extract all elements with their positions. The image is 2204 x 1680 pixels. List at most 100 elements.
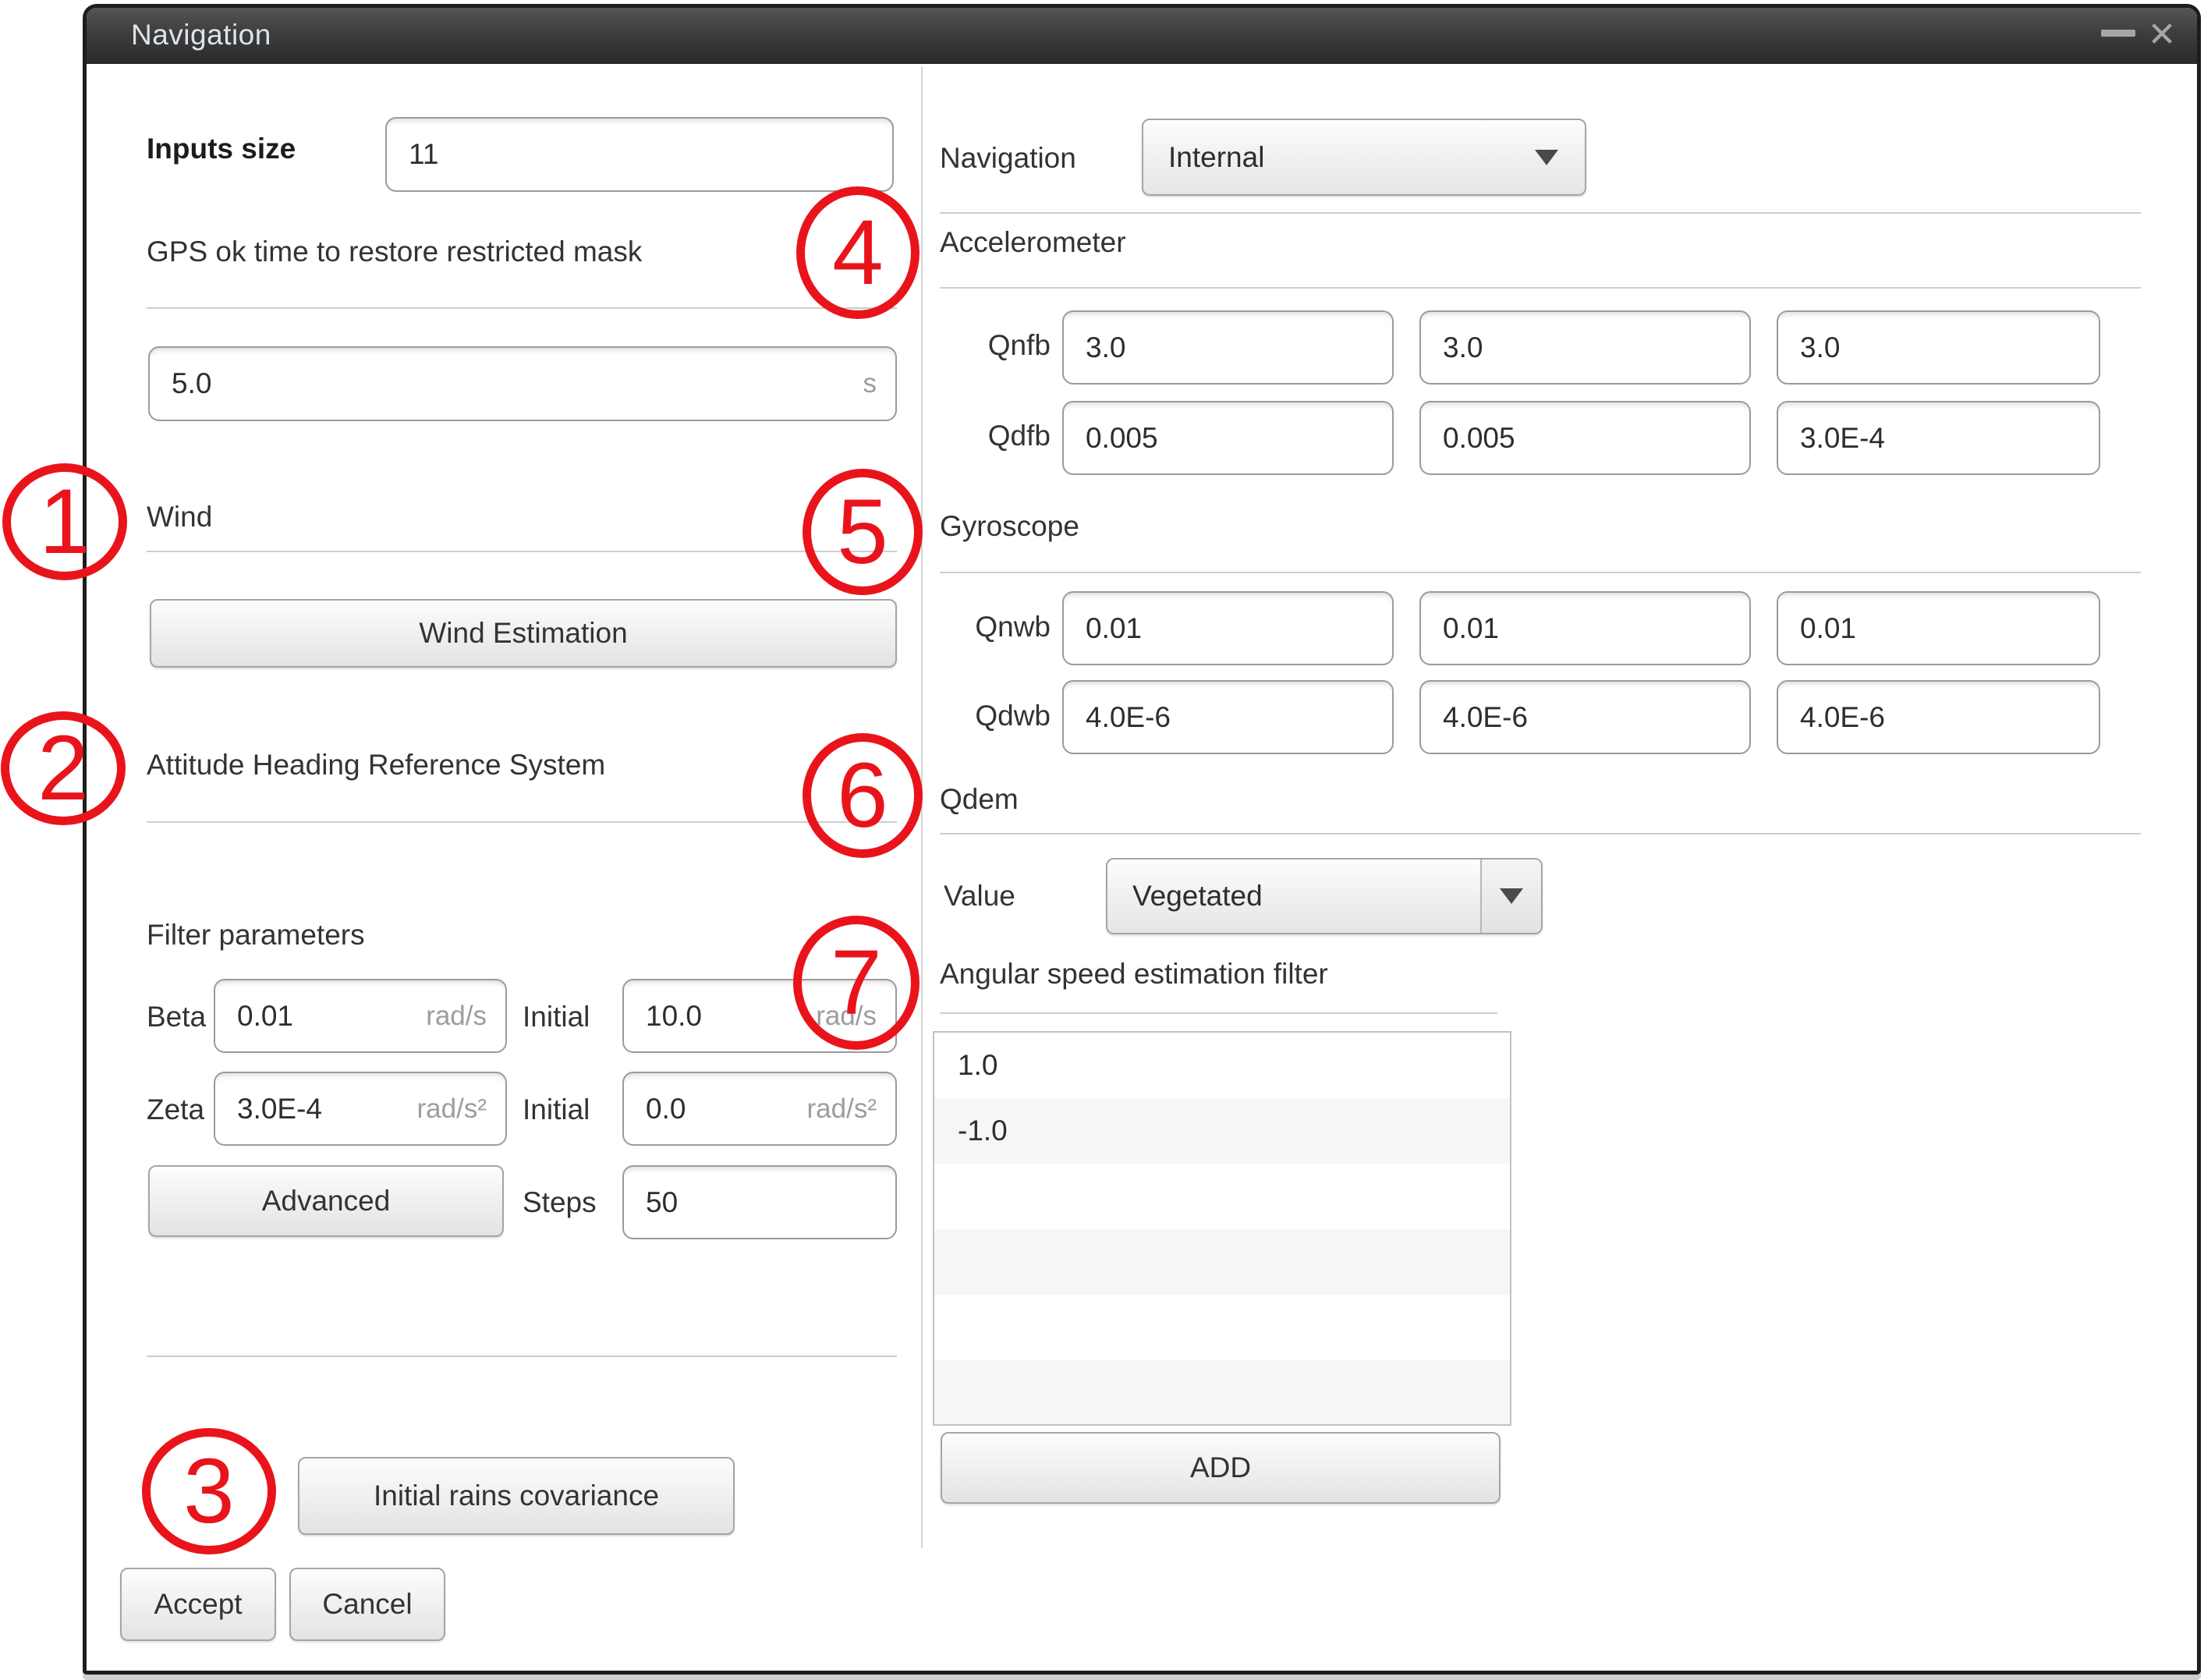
annotation-circle-4: 4 bbox=[796, 186, 920, 319]
list-item[interactable]: -1.0 bbox=[934, 1098, 1510, 1164]
gps-time-unit: s bbox=[863, 368, 877, 399]
divider-wind bbox=[147, 551, 897, 552]
steps-value: 50 bbox=[646, 1186, 678, 1219]
angular-filter-list[interactable]: 1.0 -1.0 bbox=[933, 1031, 1511, 1426]
wind-section-label: Wind bbox=[147, 499, 212, 535]
list-item[interactable]: 1.0 bbox=[934, 1033, 1510, 1098]
beta-unit: rad/s bbox=[426, 1001, 487, 1032]
annotation-circle-5: 5 bbox=[803, 469, 923, 595]
beta-initial-value: 10.0 bbox=[646, 1000, 702, 1033]
initial-rains-covariance-button[interactable]: Initial rains covariance bbox=[298, 1457, 735, 1535]
qdfb-value-z: 3.0E-4 bbox=[1800, 422, 1885, 455]
qnfb-field-y[interactable]: 3.0 bbox=[1419, 310, 1751, 385]
inputs-size-field[interactable]: 11 bbox=[385, 117, 894, 192]
zeta-label: Zeta bbox=[147, 1092, 204, 1128]
list-item-empty bbox=[934, 1295, 1510, 1360]
ahrs-section-label: Attitude Heading Reference System bbox=[147, 747, 605, 783]
zeta-initial-label: Initial bbox=[523, 1092, 590, 1128]
steps-label: Steps bbox=[523, 1185, 597, 1221]
qdem-value-dropdown[interactable]: Vegetated bbox=[1106, 858, 1543, 934]
divider-accelerometer bbox=[940, 287, 2141, 289]
angular-filter-section-label: Angular speed estimation filter bbox=[940, 956, 1328, 992]
qdfb-value-y: 0.005 bbox=[1443, 422, 1515, 455]
navigation-mode-value: Internal bbox=[1143, 141, 1535, 174]
qnwb-value-x: 0.01 bbox=[1086, 612, 1142, 645]
gyroscope-section-label: Gyroscope bbox=[940, 509, 1079, 544]
qdfb-field-y[interactable]: 0.005 bbox=[1419, 401, 1751, 475]
qdem-value: Vegetated bbox=[1107, 880, 1480, 913]
qdwb-field-x[interactable]: 4.0E-6 bbox=[1062, 680, 1394, 754]
qnwb-field-z[interactable]: 0.01 bbox=[1777, 591, 2100, 665]
inputs-size-label: Inputs size bbox=[147, 131, 296, 167]
zeta-initial-value: 0.0 bbox=[646, 1093, 686, 1125]
qdfb-field-z[interactable]: 3.0E-4 bbox=[1777, 401, 2100, 475]
qdem-section-label: Qdem bbox=[940, 782, 1019, 817]
annotation-circle-3: 3 bbox=[142, 1428, 276, 1554]
gps-time-value: 5.0 bbox=[172, 367, 211, 400]
qnwb-field-y[interactable]: 0.01 bbox=[1419, 591, 1751, 665]
zeta-field[interactable]: 3.0E-4 rad/s² bbox=[214, 1072, 507, 1146]
beta-field[interactable]: 0.01 rad/s bbox=[214, 979, 507, 1053]
gps-restore-label: GPS ok time to restore restricted mask bbox=[147, 234, 642, 270]
zeta-initial-field[interactable]: 0.0 rad/s² bbox=[622, 1072, 897, 1146]
annotation-circle-2: 2 bbox=[1, 711, 126, 825]
qnfb-field-z[interactable]: 3.0 bbox=[1777, 310, 2100, 385]
accept-button[interactable]: Accept bbox=[120, 1568, 276, 1641]
add-button[interactable]: ADD bbox=[941, 1432, 1501, 1504]
accelerometer-section-label: Accelerometer bbox=[940, 225, 1126, 261]
qnfb-value-z: 3.0 bbox=[1800, 331, 1840, 364]
inputs-size-value: 11 bbox=[409, 138, 438, 171]
close-icon[interactable]: ✕ bbox=[2142, 14, 2181, 56]
qdfb-label: Qdfb bbox=[940, 418, 1051, 454]
qnfb-value-y: 3.0 bbox=[1443, 331, 1483, 364]
filter-parameters-label: Filter parameters bbox=[147, 917, 365, 953]
qnfb-label: Qnfb bbox=[940, 328, 1051, 363]
beta-value: 0.01 bbox=[237, 1000, 293, 1033]
qdem-value-label: Value bbox=[944, 878, 1015, 914]
qdwb-value-x: 4.0E-6 bbox=[1086, 701, 1171, 734]
qdwb-value-z: 4.0E-6 bbox=[1800, 701, 1885, 734]
qdwb-field-y[interactable]: 4.0E-6 bbox=[1419, 680, 1751, 754]
qdwb-field-z[interactable]: 4.0E-6 bbox=[1777, 680, 2100, 754]
divider-qdem bbox=[940, 833, 2141, 835]
qdwb-value-y: 4.0E-6 bbox=[1443, 701, 1528, 734]
list-item-empty bbox=[934, 1164, 1510, 1229]
annotation-circle-1: 1 bbox=[2, 463, 127, 580]
dropdown-arrow-segment[interactable] bbox=[1480, 859, 1541, 933]
steps-field[interactable]: 50 bbox=[622, 1165, 897, 1239]
list-item-empty bbox=[934, 1229, 1510, 1295]
chevron-down-icon bbox=[1500, 888, 1523, 904]
annotation-circle-6: 6 bbox=[803, 733, 923, 858]
cancel-button[interactable]: Cancel bbox=[289, 1568, 445, 1641]
window-title: Navigation bbox=[131, 19, 271, 51]
qnfb-value-x: 3.0 bbox=[1086, 331, 1125, 364]
divider-gyroscope bbox=[940, 572, 2141, 573]
qnwb-value-y: 0.01 bbox=[1443, 612, 1499, 645]
navigation-mode-label: Navigation bbox=[940, 140, 1076, 176]
zeta-unit: rad/s² bbox=[417, 1093, 487, 1125]
qnwb-label: Qnwb bbox=[940, 609, 1051, 645]
divider-nav-row bbox=[940, 212, 2141, 214]
advanced-button[interactable]: Advanced bbox=[148, 1165, 504, 1237]
list-item-empty bbox=[934, 1360, 1510, 1426]
zeta-value: 3.0E-4 bbox=[237, 1093, 322, 1125]
wind-estimation-button[interactable]: Wind Estimation bbox=[150, 599, 897, 668]
divider-ahrs bbox=[147, 821, 897, 823]
divider-angular bbox=[940, 1012, 1497, 1014]
annotation-circle-7: 7 bbox=[793, 916, 920, 1050]
chevron-down-icon bbox=[1535, 150, 1558, 165]
qnwb-value-z: 0.01 bbox=[1800, 612, 1856, 645]
qdwb-label: Qdwb bbox=[940, 698, 1051, 734]
gps-time-field[interactable]: 5.0 s bbox=[148, 346, 897, 421]
beta-label: Beta bbox=[147, 999, 206, 1035]
divider-gps bbox=[147, 307, 897, 309]
title-bar[interactable]: Navigation ✕ bbox=[87, 8, 2197, 64]
qnwb-field-x[interactable]: 0.01 bbox=[1062, 591, 1394, 665]
qnfb-field-x[interactable]: 3.0 bbox=[1062, 310, 1394, 385]
divider-bottom-left bbox=[147, 1356, 897, 1357]
navigation-mode-dropdown[interactable]: Internal bbox=[1142, 119, 1586, 196]
qdfb-value-x: 0.005 bbox=[1086, 422, 1158, 455]
minimize-icon[interactable] bbox=[2101, 30, 2135, 37]
qdfb-field-x[interactable]: 0.005 bbox=[1062, 401, 1394, 475]
beta-initial-label: Initial bbox=[523, 999, 590, 1035]
